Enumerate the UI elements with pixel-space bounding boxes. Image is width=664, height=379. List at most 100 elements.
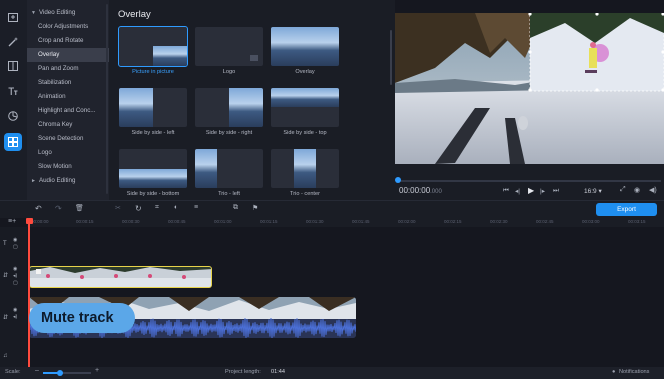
category-audio-editing[interactable]: ► Audio Editing (27, 174, 109, 188)
clip-properties-icon[interactable]: ≡ (194, 204, 204, 214)
skip-back-icon[interactable]: ⏮ (503, 187, 509, 195)
thumbnail-image (271, 27, 339, 66)
playhead[interactable] (28, 218, 30, 367)
seek-handle[interactable] (395, 177, 401, 183)
category-item[interactable]: Pan and Zoom (27, 62, 109, 76)
snapshot-camera-icon[interactable]: ◉ (634, 186, 640, 194)
thumbnail-image (294, 149, 316, 188)
thumbnail-image (271, 88, 339, 107)
aspect-ratio-select[interactable]: 16:9 ▾ (584, 187, 602, 195)
lock-icon[interactable]: ▢ (13, 244, 18, 250)
filters-icon[interactable] (4, 57, 22, 75)
category-scrollbar[interactable] (106, 4, 108, 194)
category-item[interactable]: Color Adjustments (27, 20, 109, 34)
visibility-eye-icon[interactable]: ◉ (13, 266, 17, 272)
category-item[interactable]: Scene Detection (27, 132, 109, 146)
chevron-down-icon: ▼ (31, 10, 36, 16)
redo-icon[interactable]: ↷ (55, 204, 65, 214)
crop-icon[interactable]: ⌗ (155, 204, 165, 214)
ruler-tick: 00:00:00 (31, 219, 49, 224)
undo-icon[interactable]: ↶ (35, 204, 45, 214)
category-item[interactable]: Logo (27, 146, 109, 160)
tile-side-by-side-bottom[interactable] (119, 149, 187, 188)
tile-picture-in-picture[interactable] (118, 26, 188, 67)
time-ruler[interactable]: 00:00:00 00:00:15 00:00:30 00:00:45 00:0… (27, 218, 664, 227)
status-bar: Scale: – + Project length: 01:44 ● Notif… (0, 367, 664, 379)
seek-bar[interactable] (397, 180, 661, 182)
ruler-tick: 00:01:15 (260, 219, 278, 224)
import-icon[interactable] (4, 8, 22, 26)
tile-logo[interactable] (195, 27, 263, 66)
panel-scrollbar[interactable] (390, 30, 392, 85)
stickers-icon[interactable] (4, 107, 22, 125)
overlay-clip[interactable] (29, 266, 212, 288)
project-length-label: Project length: (225, 369, 261, 375)
ruler-tick: 00:01:30 (306, 219, 324, 224)
edit-toolbar (0, 200, 664, 218)
tile-label: Trio - left (218, 191, 240, 197)
ruler-tick: 00:03:00 (582, 219, 600, 224)
export-button[interactable]: Export (596, 203, 657, 216)
thumbnail-image (119, 88, 153, 127)
category-item[interactable]: Animation (27, 90, 109, 104)
playhead-handle[interactable] (25, 218, 33, 224)
video-track-icon: ⇵ (3, 273, 9, 279)
ruler-tick: 00:01:00 (214, 219, 232, 224)
rotate-icon[interactable]: ↻ (135, 204, 145, 214)
thumbnail-image (119, 169, 187, 188)
frame-forward-icon[interactable]: |▸ (540, 187, 545, 195)
ruler-tick: 00:02:45 (536, 219, 554, 224)
delete-icon[interactable]: 🗑 (75, 204, 85, 214)
tile-trio-left[interactable] (195, 149, 263, 188)
bell-icon[interactable]: ● (612, 369, 615, 375)
tile-side-by-side-right[interactable] (195, 88, 263, 127)
video-preview[interactable] (395, 13, 664, 164)
marker-flag-icon[interactable]: ⚑ (252, 204, 262, 214)
track-headers: T ◉ ▢ ⇵ ◉ ◂) ▢ ⇵ ◉ ◂) ♫ (0, 227, 27, 367)
scale-slider-handle[interactable] (56, 370, 63, 376)
visibility-eye-icon[interactable]: ◉ (13, 237, 17, 243)
mute-track-icon[interactable]: ◂) (13, 314, 17, 320)
volume-icon[interactable]: ◂) (13, 273, 17, 279)
skip-forward-icon[interactable]: ⏭ (553, 187, 559, 195)
tile-side-by-side-left[interactable] (119, 88, 187, 127)
category-item[interactable]: Chroma Key (27, 118, 109, 132)
category-item[interactable]: Stabilization (27, 76, 109, 90)
tile-label: Overlay (295, 69, 315, 75)
tile-side-by-side-top[interactable] (271, 88, 339, 127)
color-adjust-icon[interactable]: ◐ (174, 204, 184, 214)
cut-icon[interactable]: ✂ (115, 204, 125, 214)
ruler-tick: 00:00:30 (122, 219, 140, 224)
category-item[interactable]: Highlight and Conc... (27, 104, 109, 118)
thumbnail-image (153, 46, 187, 66)
ruler-tick: 00:02:15 (444, 219, 462, 224)
volume-icon[interactable]: ◀) (649, 186, 657, 194)
category-video-editing[interactable]: ▼ Video Editing (27, 6, 109, 20)
zoom-in-icon[interactable]: + (95, 367, 99, 374)
fullscreen-icon[interactable]: ⤢ (620, 186, 626, 194)
tile-label: Side by side - left (131, 130, 175, 136)
panel-title: Overlay (118, 9, 151, 20)
category-item-selected[interactable]: Overlay (27, 48, 109, 62)
magic-wand-icon[interactable] (4, 33, 22, 51)
timeline (0, 218, 664, 367)
category-list: ▼ Video Editing Color Adjustments Crop an… (27, 0, 109, 200)
play-icon[interactable]: ▶ (528, 186, 534, 195)
category-item[interactable]: Crop and Rotate (27, 34, 109, 48)
insert-icon[interactable]: ⧉ (233, 204, 243, 214)
titles-icon[interactable] (4, 82, 22, 100)
frame-back-icon[interactable]: ◂| (515, 187, 520, 195)
visibility-eye-icon[interactable]: ◉ (13, 307, 17, 313)
logo-placeholder-icon (250, 55, 258, 61)
notifications-link[interactable]: Notifications (619, 369, 649, 375)
tile-trio-center[interactable] (271, 149, 339, 188)
zoom-out-icon[interactable]: – (35, 367, 39, 374)
transitions-icon[interactable] (4, 133, 22, 151)
tile-label: Side by side - top (283, 130, 327, 136)
add-track-icon[interactable]: ≡+ (8, 218, 16, 225)
lock-icon[interactable]: ▢ (13, 280, 18, 286)
tile-overlay[interactable] (271, 27, 339, 66)
category-item[interactable]: Slow Motion (27, 160, 109, 174)
ruler-tick: 00:02:00 (398, 219, 416, 224)
overlay-panel: Overlay Picture in picture Logo Overlay … (109, 0, 395, 200)
